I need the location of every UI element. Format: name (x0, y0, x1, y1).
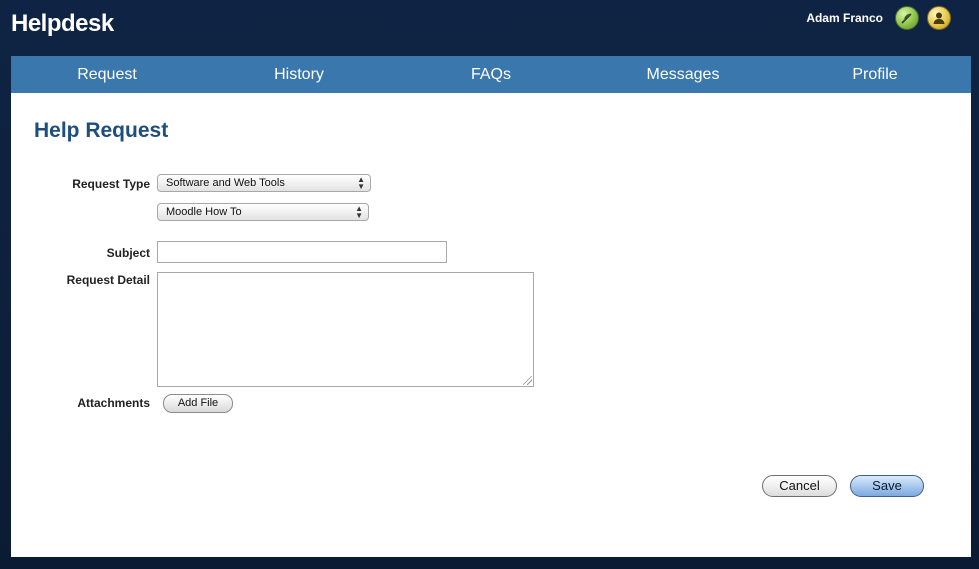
request-detail-label: Request Detail (66, 273, 150, 287)
user-name: Adam Franco (806, 11, 883, 25)
app-title: Helpdesk (11, 10, 114, 37)
request-subtype-select[interactable]: Moodle How To ▲ ▼ (157, 203, 369, 221)
nav-tab-profile[interactable]: Profile (779, 56, 971, 93)
subject-label: Subject (106, 246, 150, 260)
page: Helpdesk Adam Franco Request History FAQ… (0, 0, 979, 569)
request-subtype-value: Moodle How To (166, 206, 242, 218)
account-icon[interactable] (927, 6, 951, 30)
request-type-value: Software and Web Tools (166, 177, 285, 189)
nav-tab-request[interactable]: Request (11, 56, 203, 93)
request-type-select[interactable]: Software and Web Tools ▲ ▼ (157, 174, 371, 192)
save-button[interactable]: Save (850, 475, 924, 497)
request-type-label: Request Type (72, 177, 150, 191)
select-arrows-icon: ▲ ▼ (357, 175, 365, 191)
main-nav: Request History FAQs Messages Profile (11, 56, 971, 93)
resize-grip-icon[interactable] (523, 376, 532, 385)
user-icon (933, 12, 945, 24)
page-title: Help Request (34, 119, 169, 142)
content-panel: Help Request Request Type Software and W… (11, 93, 971, 557)
add-file-button[interactable]: Add File (163, 394, 233, 413)
select-arrows-icon: ▲ ▼ (355, 204, 363, 220)
cancel-button[interactable]: Cancel (762, 475, 837, 497)
attachments-label: Attachments (77, 396, 150, 410)
subject-input[interactable] (157, 241, 447, 263)
nav-tab-faqs[interactable]: FAQs (395, 56, 587, 93)
user-area: Adam Franco (806, 6, 951, 30)
nav-tab-messages[interactable]: Messages (587, 56, 779, 93)
request-detail-textarea[interactable] (157, 272, 534, 387)
tool-icon[interactable] (895, 6, 919, 30)
nav-tab-history[interactable]: History (203, 56, 395, 93)
feather-icon (901, 13, 912, 24)
